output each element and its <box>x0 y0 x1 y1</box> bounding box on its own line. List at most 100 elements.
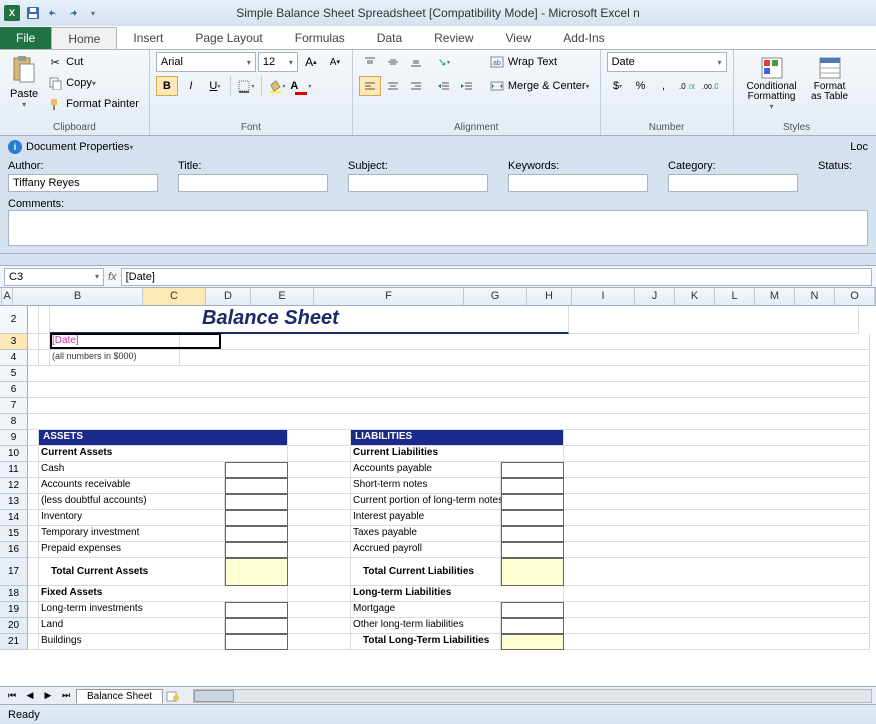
italic-button[interactable]: I <box>180 76 202 96</box>
row-header-13[interactable]: 13 <box>0 494 28 510</box>
doc-props-title[interactable]: Document Properties <box>26 141 129 153</box>
save-button[interactable] <box>24 4 42 22</box>
col-header-G[interactable]: G <box>464 288 527 305</box>
author-input[interactable] <box>8 174 158 192</box>
tab-review[interactable]: Review <box>418 27 489 49</box>
liab-total-value[interactable] <box>501 634 564 650</box>
sheet-tab-balance-sheet[interactable]: Balance Sheet <box>76 689 163 703</box>
asset-value-input[interactable] <box>225 542 288 558</box>
asset-value-input[interactable] <box>225 526 288 542</box>
comments-input[interactable] <box>8 210 868 246</box>
liab-value-input[interactable] <box>501 542 564 558</box>
col-header-C[interactable]: C <box>143 288 206 305</box>
row-header-10[interactable]: 10 <box>0 446 28 462</box>
underline-button[interactable]: U▾ <box>204 76 226 96</box>
title-input[interactable] <box>178 174 328 192</box>
decrease-indent-button[interactable] <box>433 76 455 96</box>
col-header-H[interactable]: H <box>527 288 572 305</box>
category-input[interactable] <box>668 174 798 192</box>
row-header-8[interactable]: 8 <box>0 414 28 430</box>
row-header-14[interactable]: 14 <box>0 510 28 526</box>
col-header-N[interactable]: N <box>795 288 835 305</box>
merge-center-button[interactable]: Merge & Center ▾ <box>486 76 594 96</box>
tab-formulas[interactable]: Formulas <box>279 27 361 49</box>
liab-value-input[interactable] <box>501 618 564 634</box>
qat-customize-dropdown[interactable]: ▾ <box>84 4 102 22</box>
row-header-3[interactable]: 3 <box>0 334 28 350</box>
asset-value-input[interactable] <box>225 462 288 478</box>
percent-button[interactable]: % <box>630 76 652 96</box>
wrap-text-button[interactable]: abWrap Text <box>486 52 594 72</box>
row-header-18[interactable]: 18 <box>0 586 28 602</box>
total-assets-value[interactable] <box>225 558 288 586</box>
cells-area[interactable]: Balance Sheet [Date] (all numbers in $00… <box>28 306 876 650</box>
sheet-nav-first[interactable]: ⏮ <box>4 689 20 703</box>
tab-home[interactable]: Home <box>51 27 117 49</box>
row-header-15[interactable]: 15 <box>0 526 28 542</box>
spreadsheet-grid[interactable]: ABCDEFGHIJKLMNO 234567891011121314151617… <box>0 288 876 686</box>
col-header-E[interactable]: E <box>251 288 314 305</box>
align-center-button[interactable] <box>382 76 404 96</box>
align-bottom-button[interactable] <box>405 52 427 72</box>
total-liab-value[interactable] <box>501 558 564 586</box>
keywords-input[interactable] <box>508 174 648 192</box>
align-top-button[interactable] <box>359 52 381 72</box>
asset-value-input[interactable] <box>225 478 288 494</box>
align-right-button[interactable] <box>405 76 427 96</box>
row-header-5[interactable]: 5 <box>0 366 28 382</box>
tab-page-layout[interactable]: Page Layout <box>179 27 278 49</box>
increase-decimal-button[interactable]: .0.00 <box>676 76 698 96</box>
sheet-nav-prev[interactable]: ◀ <box>22 689 38 703</box>
cut-button[interactable]: ✂Cut <box>44 52 143 72</box>
number-format-combo[interactable]: Date▾ <box>607 52 727 72</box>
col-header-B[interactable]: B <box>13 288 143 305</box>
col-header-J[interactable]: J <box>635 288 675 305</box>
liab-value-input[interactable] <box>501 478 564 494</box>
row-header-21[interactable]: 21 <box>0 634 28 650</box>
row-header-2[interactable]: 2 <box>0 306 28 334</box>
name-box[interactable]: C3▾ <box>4 268 104 286</box>
liab-value-input[interactable] <box>501 602 564 618</box>
col-header-O[interactable]: O <box>835 288 875 305</box>
sheet-nav-last[interactable]: ⏭ <box>58 689 74 703</box>
horizontal-scrollbar[interactable] <box>193 689 872 703</box>
col-header-L[interactable]: L <box>715 288 755 305</box>
bold-button[interactable]: B <box>156 76 178 96</box>
decrease-decimal-button[interactable]: .00.0 <box>699 76 721 96</box>
paste-button[interactable]: Paste ▾ <box>6 52 42 118</box>
tab-data[interactable]: Data <box>361 27 418 49</box>
sheet-nav-next[interactable]: ▶ <box>40 689 56 703</box>
col-header-D[interactable]: D <box>206 288 251 305</box>
liab-value-input[interactable] <box>501 494 564 510</box>
fill-color-button[interactable]: ▾ <box>266 76 288 96</box>
subject-input[interactable] <box>348 174 488 192</box>
comma-button[interactable]: , <box>653 76 675 96</box>
col-header-M[interactable]: M <box>755 288 795 305</box>
conditional-formatting-button[interactable]: Conditional Formatting▾ <box>740 52 804 118</box>
asset-value-input[interactable] <box>225 618 288 634</box>
font-color-button[interactable]: A▾ <box>290 76 312 96</box>
row-header-7[interactable]: 7 <box>0 398 28 414</box>
undo-button[interactable] <box>44 4 62 22</box>
row-header-20[interactable]: 20 <box>0 618 28 634</box>
format-as-table-button[interactable]: Format as Table <box>806 52 854 118</box>
border-button[interactable]: ▾ <box>235 76 257 96</box>
asset-value-input[interactable] <box>225 634 288 650</box>
col-header-F[interactable]: F <box>314 288 464 305</box>
liab-value-input[interactable] <box>501 462 564 478</box>
col-header-I[interactable]: I <box>572 288 635 305</box>
scroll-thumb[interactable] <box>194 690 234 702</box>
row-header-11[interactable]: 11 <box>0 462 28 478</box>
font-family-combo[interactable]: Arial▾ <box>156 52 256 72</box>
liab-value-input[interactable] <box>501 526 564 542</box>
fx-icon[interactable]: fx <box>108 271 117 283</box>
col-header-K[interactable]: K <box>675 288 715 305</box>
row-header-6[interactable]: 6 <box>0 382 28 398</box>
font-size-combo[interactable]: 12▾ <box>258 52 298 72</box>
tab-insert[interactable]: Insert <box>117 27 179 49</box>
row-header-9[interactable]: 9 <box>0 430 28 446</box>
align-middle-button[interactable] <box>382 52 404 72</box>
orientation-button[interactable]: ➘▾ <box>433 52 455 72</box>
tab-addins[interactable]: Add-Ins <box>547 27 620 49</box>
currency-button[interactable]: $▾ <box>607 76 629 96</box>
